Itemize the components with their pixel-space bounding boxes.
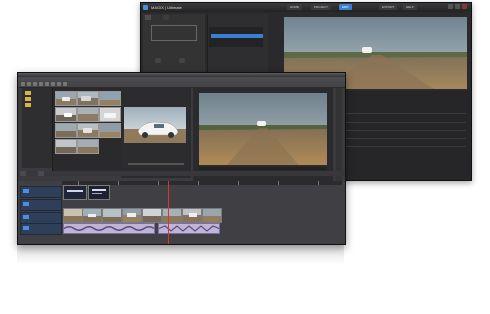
nav-edit-button[interactable]: EDIT	[339, 4, 352, 10]
tab-import[interactable]	[145, 15, 151, 20]
trimmer-image	[124, 107, 186, 143]
media-thumbnail[interactable]	[55, 91, 77, 106]
nav-help-button[interactable]: HELP	[403, 4, 417, 10]
media-thumbnail[interactable]	[99, 123, 121, 138]
video-clip[interactable]	[102, 208, 122, 223]
video-clip[interactable]	[162, 208, 182, 223]
open-icon[interactable]	[27, 82, 31, 86]
copy-icon[interactable]	[45, 82, 49, 86]
nav-home-button[interactable]: HOME	[287, 4, 302, 10]
video-clip[interactable]	[202, 208, 222, 223]
track-mute-icon[interactable]	[23, 215, 29, 219]
toolbar	[18, 81, 345, 88]
media-thumbnail[interactable]	[99, 91, 121, 106]
video-clip[interactable]	[122, 208, 142, 223]
vertical-scrollbar[interactable]	[336, 88, 342, 183]
media-thumbnail[interactable]	[77, 123, 99, 138]
ruler-tick	[238, 181, 239, 185]
media-thumbnail[interactable]	[77, 91, 99, 106]
audio-clip[interactable]	[63, 223, 155, 234]
title-clip[interactable]	[88, 185, 110, 200]
save-icon[interactable]	[33, 82, 37, 86]
playhead[interactable]	[168, 181, 169, 244]
trimmer-scrubber[interactable]	[128, 163, 184, 165]
media-thumbnail[interactable]	[55, 139, 77, 154]
import-panel	[143, 14, 205, 74]
video-clip[interactable]	[82, 208, 102, 223]
tab-media[interactable]	[163, 15, 169, 20]
paste-icon[interactable]	[51, 82, 55, 86]
video-clip[interactable]	[182, 208, 202, 223]
bottom-tabs-row	[18, 171, 345, 176]
front-editor-window	[17, 72, 346, 245]
media-thumbnail[interactable]	[55, 123, 77, 138]
app-logo-icon	[143, 5, 148, 10]
redo-icon[interactable]	[63, 82, 67, 86]
media-thumbnail[interactable]	[77, 107, 99, 122]
preview-transport[interactable]	[199, 167, 327, 170]
tab-explorer[interactable]	[38, 171, 44, 176]
tab-project-media[interactable]	[20, 171, 26, 176]
cut-icon[interactable]	[39, 82, 43, 86]
video-clip[interactable]	[142, 208, 162, 223]
back-app-title: MAGIX | Ultimate	[151, 5, 182, 10]
minimize-icon[interactable]	[448, 4, 453, 9]
track-mute-icon[interactable]	[23, 202, 29, 206]
media-thumbnail[interactable]	[77, 139, 99, 154]
video-preview-image	[199, 93, 327, 165]
track-mute-icon[interactable]	[23, 189, 29, 193]
video-clip[interactable]	[63, 208, 83, 223]
track-mute-icon[interactable]	[23, 226, 29, 230]
back-grid	[341, 113, 466, 154]
file-item[interactable]	[211, 39, 213, 43]
nav-export-button[interactable]: EXPORT	[379, 4, 398, 10]
file-item[interactable]	[211, 29, 213, 33]
ruler-tick	[198, 181, 199, 185]
back-title-bar	[141, 3, 471, 12]
ruler-tick	[278, 181, 279, 185]
media-thumbnail[interactable]	[99, 107, 121, 122]
ruler-tick	[158, 181, 159, 185]
folder-icon[interactable]	[25, 103, 31, 107]
file-item-selected[interactable]	[211, 34, 263, 38]
folder-icon[interactable]	[25, 91, 31, 95]
folder-icon[interactable]	[25, 97, 31, 101]
ruler-tick	[118, 181, 119, 185]
title-clip[interactable]	[63, 185, 87, 200]
ruler-tick	[318, 181, 319, 185]
media-drop-zone[interactable]	[151, 25, 197, 41]
new-icon[interactable]	[21, 82, 25, 86]
nav-project-button[interactable]: PROJECT	[311, 4, 332, 10]
close-icon[interactable]	[462, 4, 467, 9]
maximize-icon[interactable]	[455, 4, 460, 9]
media-thumbnail[interactable]	[55, 107, 77, 122]
import-button[interactable]	[155, 58, 161, 63]
add-button[interactable]	[179, 58, 185, 63]
undo-icon[interactable]	[57, 82, 61, 86]
window-reflection	[17, 245, 344, 265]
